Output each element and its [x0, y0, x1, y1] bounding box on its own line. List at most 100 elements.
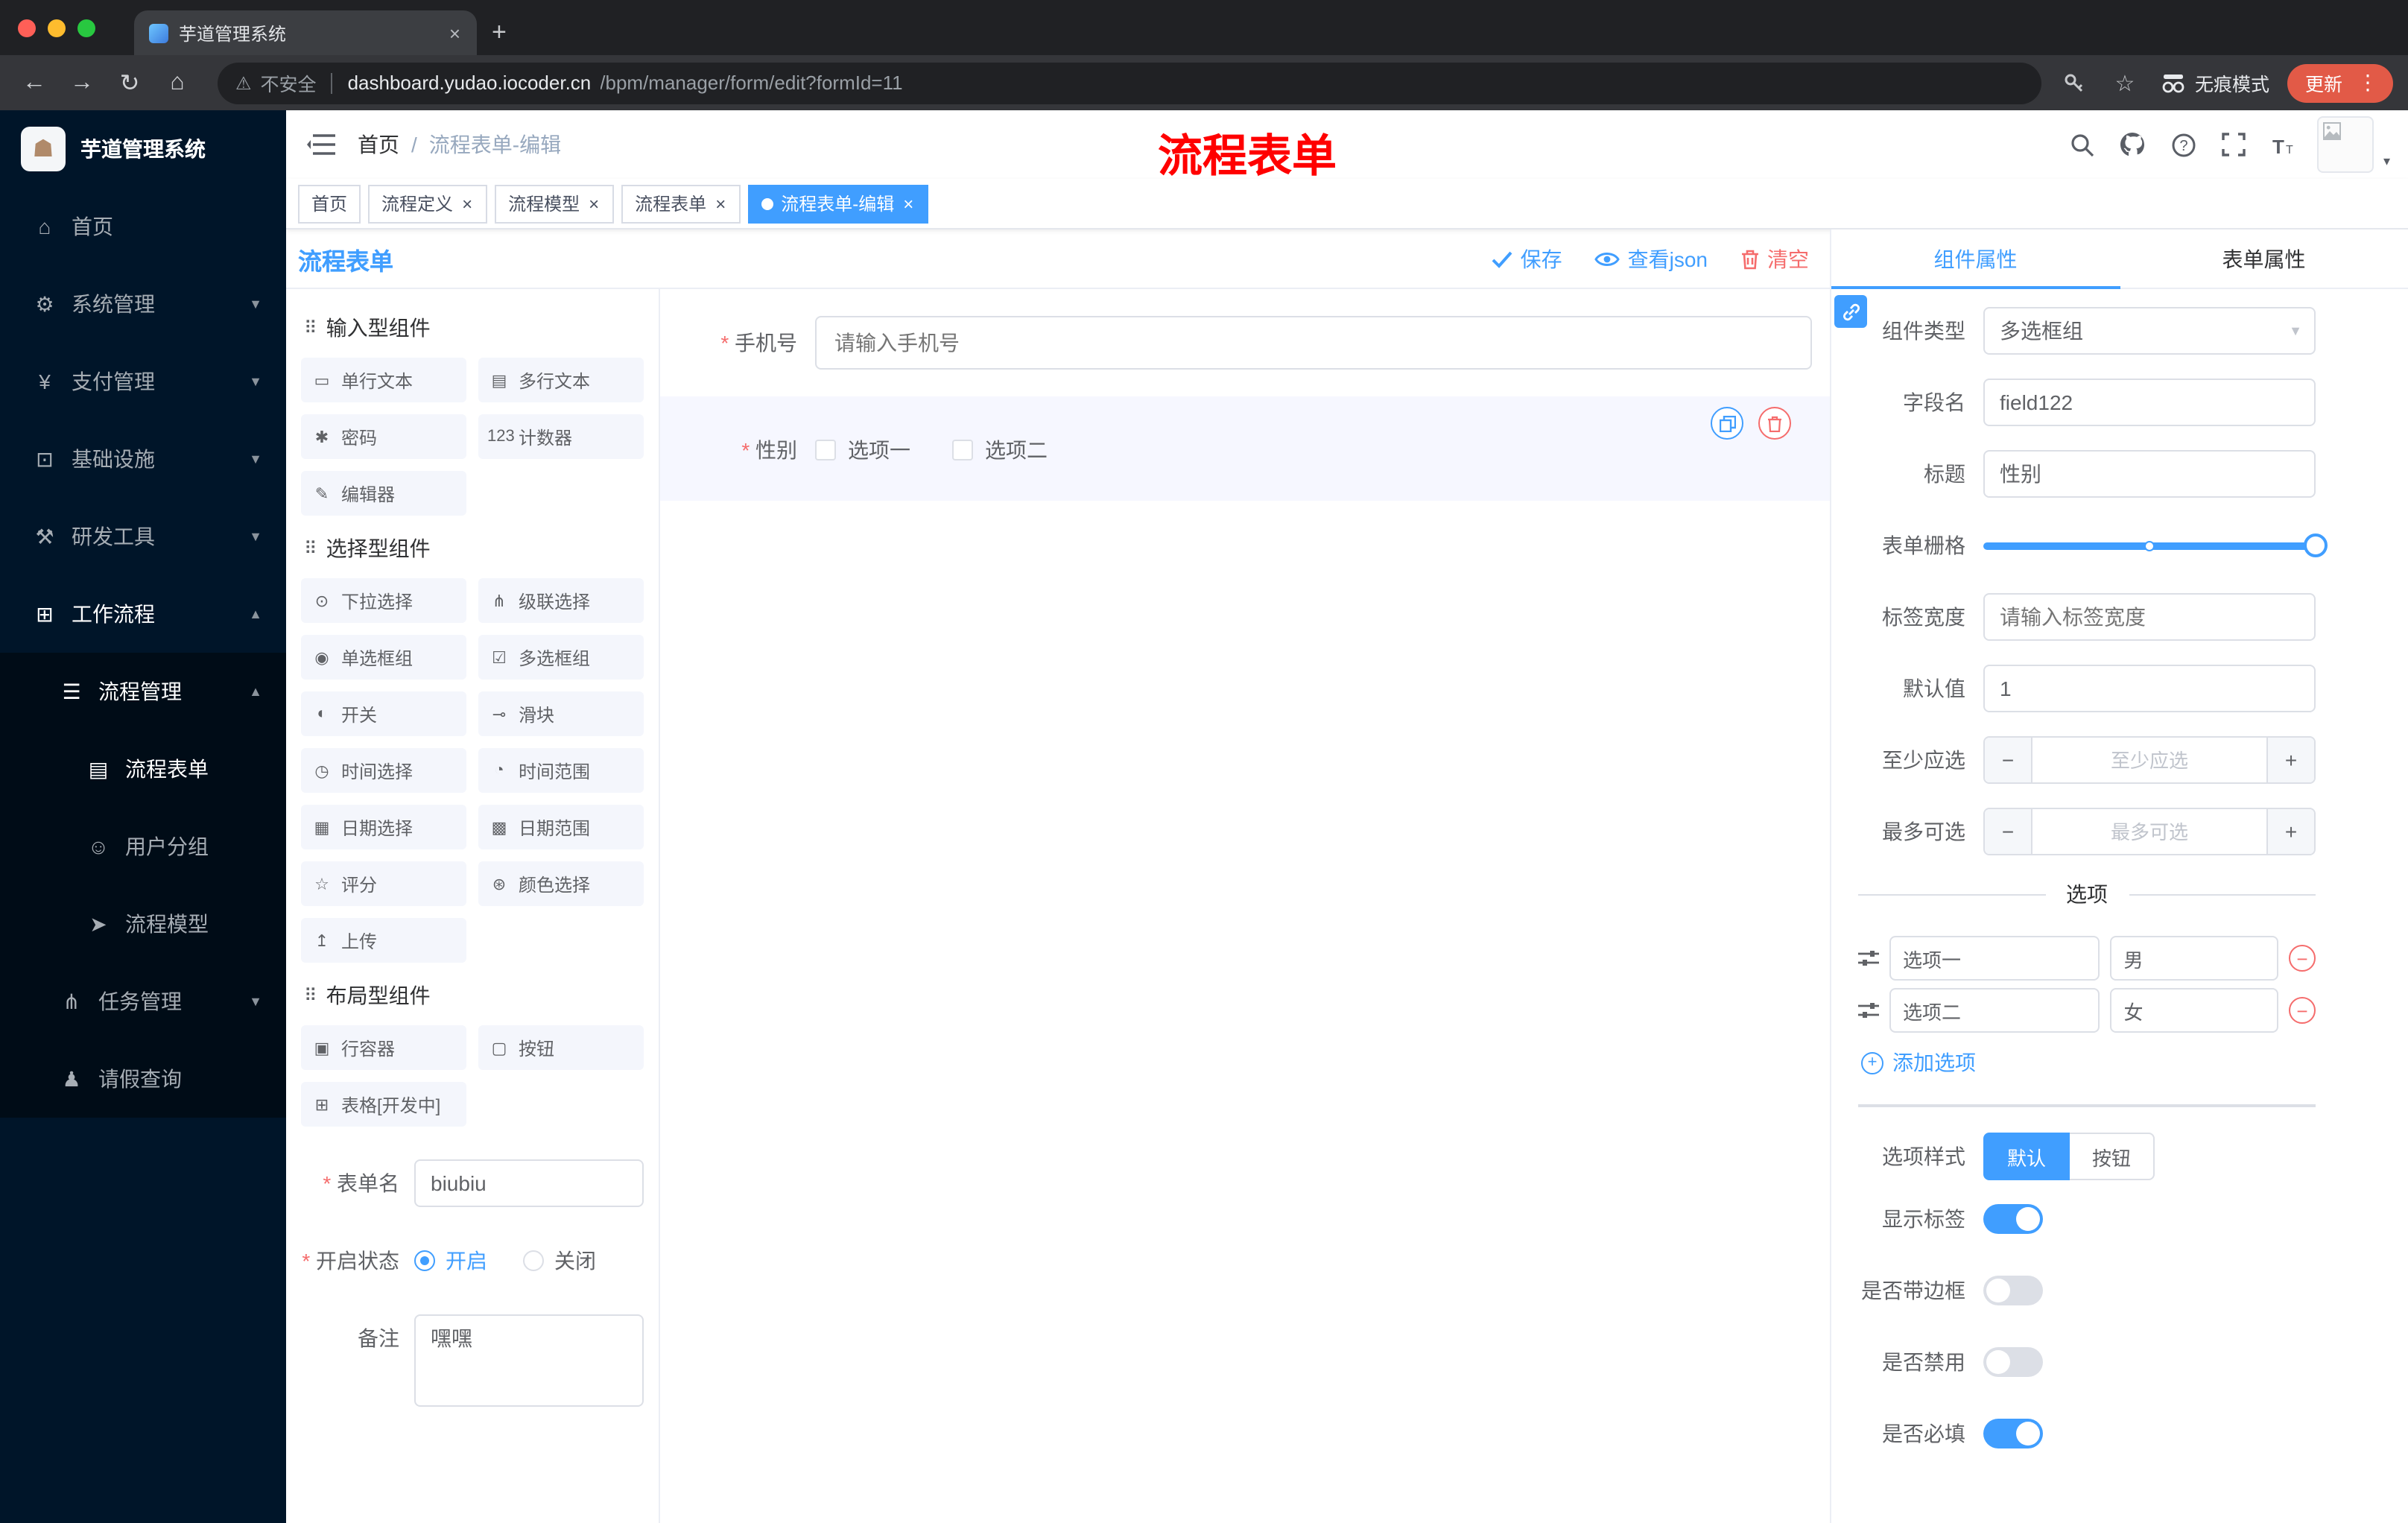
- form-name-input[interactable]: [414, 1159, 644, 1207]
- back-icon[interactable]: ←: [15, 63, 54, 102]
- component-chip[interactable]: ☑ 多选框组: [478, 635, 644, 680]
- properties-tab[interactable]: 表单属性: [2120, 229, 2408, 288]
- component-chip[interactable]: ⋔ 级联选择: [478, 578, 644, 623]
- sidebar-menu-item[interactable]: ⌂ 首页: [0, 188, 286, 265]
- component-chip[interactable]: ▣ 行容器: [301, 1025, 466, 1070]
- radio-option[interactable]: 关闭: [523, 1246, 596, 1276]
- component-chip[interactable]: ▦ 日期选择: [301, 805, 466, 849]
- tag-close-icon[interactable]: ×: [902, 193, 915, 214]
- toggle-switch[interactable]: [1983, 1347, 2043, 1377]
- component-chip[interactable]: ▤ 多行文本: [478, 358, 644, 402]
- tag[interactable]: 流程定义 ×: [368, 184, 488, 223]
- component-chip[interactable]: ◷ 时间选择: [301, 748, 466, 793]
- option-drag-icon[interactable]: [1858, 948, 1879, 969]
- sidebar-logo[interactable]: ☗ 芋道管理系统: [0, 110, 286, 188]
- remark-textarea[interactable]: 嘿嘿: [414, 1314, 644, 1407]
- sidebar-menu-item[interactable]: ⊡ 基础设施 ▼: [0, 420, 286, 498]
- component-chip[interactable]: ⊙ 下拉选择: [301, 578, 466, 623]
- remove-option-button[interactable]: −: [2289, 997, 2316, 1024]
- field-name-input[interactable]: [1983, 379, 2316, 426]
- tag[interactable]: 首页: [298, 184, 361, 223]
- checkbox-icon[interactable]: [952, 440, 973, 460]
- option-drag-icon[interactable]: [1858, 1000, 1879, 1021]
- slider-handle[interactable]: [2304, 533, 2328, 557]
- phone-input[interactable]: [815, 316, 1812, 370]
- help-icon[interactable]: ?: [2166, 127, 2202, 162]
- sidebar-fold-icon[interactable]: [307, 133, 337, 156]
- field-link-badge[interactable]: [1834, 295, 1867, 328]
- reload-icon[interactable]: ↻: [110, 63, 149, 102]
- sidebar-menu-item[interactable]: ⋔ 任务管理 ▼: [0, 963, 286, 1040]
- component-chip[interactable]: ▢ 按钮: [478, 1025, 644, 1070]
- remove-option-button[interactable]: −: [2289, 945, 2316, 972]
- default-value-input[interactable]: [1983, 665, 2316, 712]
- component-chip[interactable]: 123 计数器: [478, 414, 644, 459]
- new-tab-button[interactable]: +: [492, 18, 507, 48]
- component-chip[interactable]: ◔ 时间范围: [478, 748, 644, 793]
- tag[interactable]: 流程表单-编辑 ×: [748, 184, 929, 223]
- github-icon[interactable]: [2115, 127, 2151, 162]
- component-chip[interactable]: ◐ 开关: [301, 691, 466, 736]
- avatar-caret-icon[interactable]: ▾: [2383, 153, 2390, 170]
- sidebar-menu-item[interactable]: ▤ 流程表单: [0, 730, 286, 808]
- browser-update-button[interactable]: 更新 ⋮: [2287, 63, 2393, 102]
- sidebar-menu-item[interactable]: ➤ 流程模型: [0, 885, 286, 963]
- min-select-input[interactable]: [2032, 738, 2266, 782]
- browser-menu-icon[interactable]: ⋮: [2351, 70, 2384, 95]
- grid-slider[interactable]: [1983, 522, 2328, 569]
- tag[interactable]: 流程模型 ×: [495, 184, 615, 223]
- tag-close-icon[interactable]: ×: [587, 193, 601, 214]
- search-icon[interactable]: [2065, 127, 2100, 162]
- sidebar-menu-item[interactable]: ☰ 流程管理 ▲: [0, 653, 286, 730]
- option-label-input[interactable]: [1889, 936, 2100, 981]
- component-chip[interactable]: ▭ 单行文本: [301, 358, 466, 402]
- increase-button[interactable]: +: [2266, 809, 2314, 854]
- canvas-field-gender-selected[interactable]: 性别 选项一 选项二: [660, 396, 1830, 501]
- increase-button[interactable]: +: [2266, 738, 2314, 782]
- decrease-button[interactable]: −: [1985, 809, 2032, 854]
- component-chip[interactable]: ⊞ 表格[开发中]: [301, 1082, 466, 1127]
- password-key-icon[interactable]: [2062, 71, 2098, 95]
- copy-field-button[interactable]: [1711, 407, 1743, 440]
- close-window-button[interactable]: [18, 19, 36, 37]
- component-chip[interactable]: ✱ 密码: [301, 414, 466, 459]
- view-json-button[interactable]: 查看json: [1594, 244, 1708, 273]
- tab-close-icon[interactable]: ×: [445, 22, 465, 44]
- breadcrumb-home[interactable]: 首页: [358, 130, 399, 159]
- component-chip[interactable]: ◉ 单选框组: [301, 635, 466, 680]
- clear-button[interactable]: 清空: [1740, 244, 1809, 273]
- tag-close-icon[interactable]: ×: [460, 193, 474, 214]
- checkbox-option[interactable]: 选项二: [952, 435, 1048, 465]
- sidebar-menu-item[interactable]: ⚒ 研发工具 ▼: [0, 498, 286, 575]
- toggle-switch[interactable]: [1983, 1276, 2043, 1305]
- sidebar-menu-item[interactable]: ⊞ 工作流程 ▲: [0, 575, 286, 653]
- component-chip[interactable]: ⊛ 颜色选择: [478, 861, 644, 906]
- zoom-window-button[interactable]: [77, 19, 95, 37]
- label-width-input[interactable]: [1983, 593, 2316, 641]
- radio-option[interactable]: 开启: [414, 1246, 487, 1276]
- title-input[interactable]: [1983, 450, 2316, 498]
- forward-icon[interactable]: →: [63, 63, 101, 102]
- component-chip[interactable]: ☆ 评分: [301, 861, 466, 906]
- home-icon[interactable]: ⌂: [158, 63, 197, 102]
- toggle-switch[interactable]: [1983, 1204, 2043, 1234]
- tag[interactable]: 流程表单 ×: [621, 184, 741, 223]
- font-size-icon[interactable]: TT: [2267, 127, 2303, 162]
- sidebar-menu-item[interactable]: ☺ 用户分组: [0, 808, 286, 885]
- sidebar-menu-item[interactable]: ♟ 请假查询: [0, 1040, 286, 1118]
- minimize-window-button[interactable]: [48, 19, 66, 37]
- checkbox-option[interactable]: 选项一: [815, 435, 910, 465]
- option-value-input[interactable]: [2110, 936, 2278, 981]
- delete-field-button[interactable]: [1758, 407, 1791, 440]
- bookmark-star-icon[interactable]: ☆: [2107, 69, 2143, 96]
- user-avatar[interactable]: [2317, 116, 2374, 173]
- option-style-button[interactable]: 默认: [1983, 1133, 2070, 1180]
- option-label-input[interactable]: [1889, 988, 2100, 1033]
- fullscreen-icon[interactable]: [2217, 127, 2252, 162]
- browser-tab[interactable]: 芋道管理系统 ×: [134, 10, 477, 55]
- component-type-select[interactable]: 多选框组 ▼: [1983, 307, 2316, 355]
- sidebar-menu-item[interactable]: ⚙ 系统管理 ▼: [0, 265, 286, 343]
- decrease-button[interactable]: −: [1985, 738, 2032, 782]
- save-button[interactable]: 保存: [1492, 244, 1562, 273]
- tag-close-icon[interactable]: ×: [714, 193, 727, 214]
